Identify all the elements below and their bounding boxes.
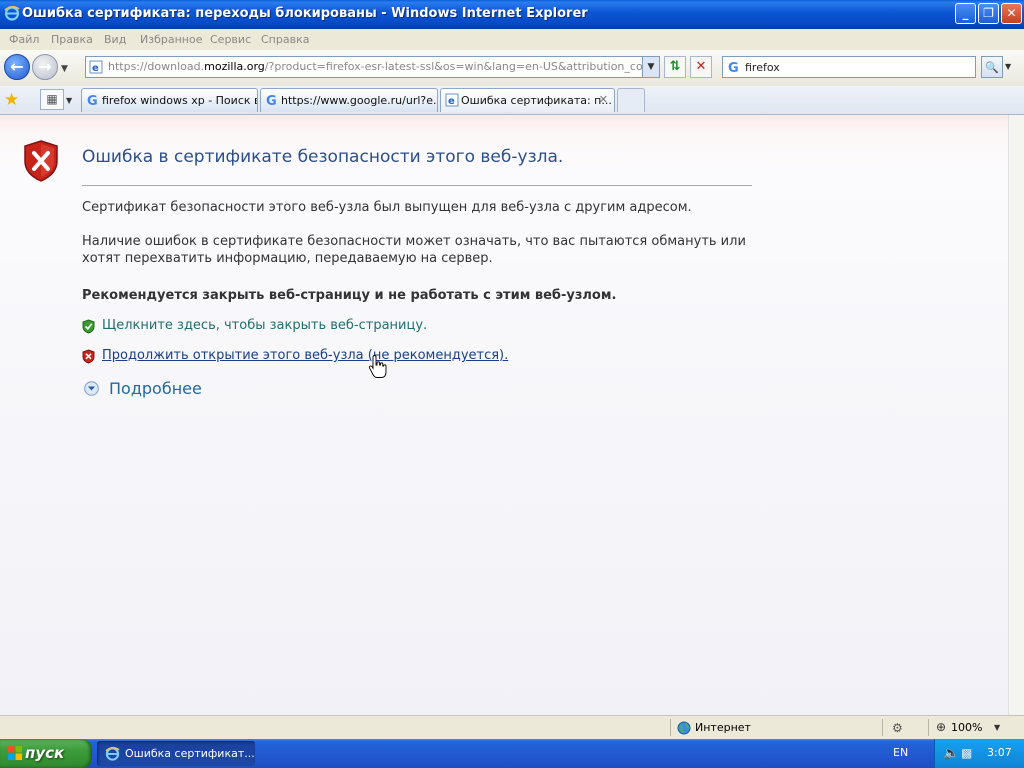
protected-mode-icon[interactable]: ⚙	[892, 721, 903, 735]
menu-file[interactable]: Файл	[9, 33, 39, 46]
menu-favorites[interactable]: Избранное	[140, 33, 202, 46]
quick-tabs-button[interactable]: ▦	[40, 89, 64, 110]
windows-logo-icon	[8, 746, 22, 760]
arrow-right-icon: →	[38, 57, 52, 76]
error-shield-icon	[24, 140, 58, 182]
address-dropdown-icon[interactable]: ▼	[642, 57, 659, 77]
language-indicator[interactable]: EN	[893, 746, 908, 759]
menu-edit[interactable]: Правка	[51, 33, 93, 46]
minimize-button[interactable]: _	[955, 3, 976, 24]
tab-bar: ★ ▦ ▼ G firefox windows xp - Поиск в... …	[0, 86, 1024, 115]
taskbar-ie-window[interactable]: Ошибка сертификат...	[97, 741, 255, 766]
zoom-level[interactable]: 100%	[951, 721, 982, 734]
address-toolbar: ← → ▼ e https://download.mozilla.org/?pr…	[0, 50, 1024, 86]
arrow-left-icon: ←	[10, 57, 24, 76]
forward-button[interactable]: →	[32, 54, 58, 80]
tab-google-search[interactable]: G firefox windows xp - Поиск в...	[81, 88, 258, 112]
address-field[interactable]: e https://download.mozilla.org/?product=…	[85, 56, 660, 78]
tab-label: firefox windows xp - Поиск в...	[102, 94, 258, 107]
hand-cursor-icon	[368, 355, 387, 378]
history-dropdown-icon[interactable]: ▼	[61, 64, 68, 74]
ie-icon	[105, 746, 120, 761]
volume-icon[interactable]: 🔈	[943, 746, 959, 761]
more-information-label[interactable]: Подробнее	[109, 379, 202, 398]
favorites-star-icon[interactable]: ★	[4, 90, 19, 110]
svg-text:G: G	[87, 94, 98, 107]
stop-icon: ✕	[695, 59, 707, 74]
red-shield-icon	[82, 349, 95, 364]
google-icon: G	[728, 61, 739, 74]
search-field[interactable]: G	[722, 56, 976, 78]
ie-icon	[4, 5, 20, 21]
clock[interactable]: 3:07	[987, 746, 1012, 759]
tab-list-dropdown-icon[interactable]: ▼	[66, 96, 72, 105]
start-button[interactable]: пуск	[0, 739, 92, 768]
chevron-down-circle-icon	[84, 381, 99, 396]
url-domain: mozilla.org	[204, 60, 265, 73]
status-bar: Интернет ⚙ ⊕ 100% ▼	[0, 715, 1024, 739]
zoom-icon: ⊕	[936, 720, 947, 734]
google-icon: G	[87, 94, 98, 107]
page-content: Ошибка в сертификате безопасности этого …	[0, 115, 1008, 715]
close-page-label[interactable]: Щелкните здесь, чтобы закрыть веб-страни…	[102, 318, 427, 333]
tab-certificate-error[interactable]: e Ошибка сертификата: п... ✕	[440, 88, 615, 112]
address-url[interactable]: https://download.mozilla.org/?product=fi…	[108, 60, 642, 73]
globe-icon	[677, 721, 691, 735]
tab-label: Ошибка сертификата: п...	[461, 94, 612, 107]
system-tray: 🔈 ▩ 3:07	[934, 739, 1024, 768]
security-zone-label[interactable]: Интернет	[695, 721, 751, 734]
quick-tabs-icon: ▦	[46, 92, 58, 106]
recommendation-text: Рекомендуется закрыть веб-страницу и не …	[82, 288, 617, 303]
search-options-dropdown-icon[interactable]: ▼	[1005, 62, 1011, 71]
taskbar: пуск Ошибка сертификат... EN 🔈 ▩ 3:07	[0, 739, 1024, 768]
security-warning-text: Наличие ошибок в сертификате безопасност…	[82, 234, 746, 266]
green-shield-icon	[82, 319, 95, 334]
menu-help[interactable]: Справка	[261, 33, 309, 46]
maximize-button[interactable]: ❐	[978, 3, 999, 24]
status-divider	[882, 719, 883, 736]
svg-text:e: e	[448, 96, 455, 107]
taskbar-window-label: Ошибка сертификат...	[125, 747, 255, 760]
back-button[interactable]: ←	[4, 54, 30, 80]
search-button[interactable]: 🔍	[981, 56, 1003, 78]
vertical-scrollbar[interactable]	[1008, 115, 1024, 715]
search-icon: 🔍	[985, 61, 999, 74]
page-title: Ошибка в сертификате безопасности этого …	[82, 147, 564, 167]
search-input[interactable]	[745, 58, 965, 76]
tab-label: https://www.google.ru/url?e...	[281, 94, 438, 107]
certificate-mismatch-text: Сертификат безопасности этого веб-узла б…	[82, 200, 692, 215]
ie-page-icon: e	[445, 93, 459, 107]
url-prefix: https://download.	[108, 60, 205, 73]
stop-button[interactable]: ✕	[690, 56, 712, 78]
network-icon[interactable]: ▩	[961, 746, 972, 760]
menu-bar: Файл Правка Вид Избранное Сервис Справка	[0, 29, 1024, 51]
svg-text:G: G	[728, 61, 739, 74]
google-icon: G	[266, 94, 277, 107]
refresh-icon: ⇅	[669, 59, 681, 74]
tab-google-redirect[interactable]: G https://www.google.ru/url?e...	[260, 88, 438, 112]
title-divider	[82, 185, 752, 186]
status-divider	[928, 719, 929, 736]
menu-view[interactable]: Вид	[104, 33, 126, 46]
ie-page-icon: e	[89, 60, 103, 74]
new-tab-button[interactable]	[617, 88, 645, 112]
svg-text:e: e	[92, 63, 99, 74]
window-title: Ошибка сертификата: переходы блокированы…	[22, 6, 588, 21]
tab-close-icon[interactable]: ✕	[599, 93, 608, 106]
zoom-dropdown-icon[interactable]: ▼	[994, 723, 1000, 732]
start-label: пуск	[25, 744, 65, 762]
url-rest: /?product=firefox-esr-latest-ssl&os=win&…	[264, 60, 642, 73]
close-window-button[interactable]: ✕	[1001, 3, 1022, 24]
svg-text:G: G	[266, 94, 277, 107]
menu-tools[interactable]: Сервис	[210, 33, 251, 46]
refresh-button[interactable]: ⇅	[664, 56, 686, 78]
continue-to-site-label[interactable]: Продолжить открытие этого веб-узла (не р…	[102, 348, 508, 363]
title-bar: Ошибка сертификата: переходы блокированы…	[0, 0, 1024, 29]
status-divider	[670, 719, 671, 736]
